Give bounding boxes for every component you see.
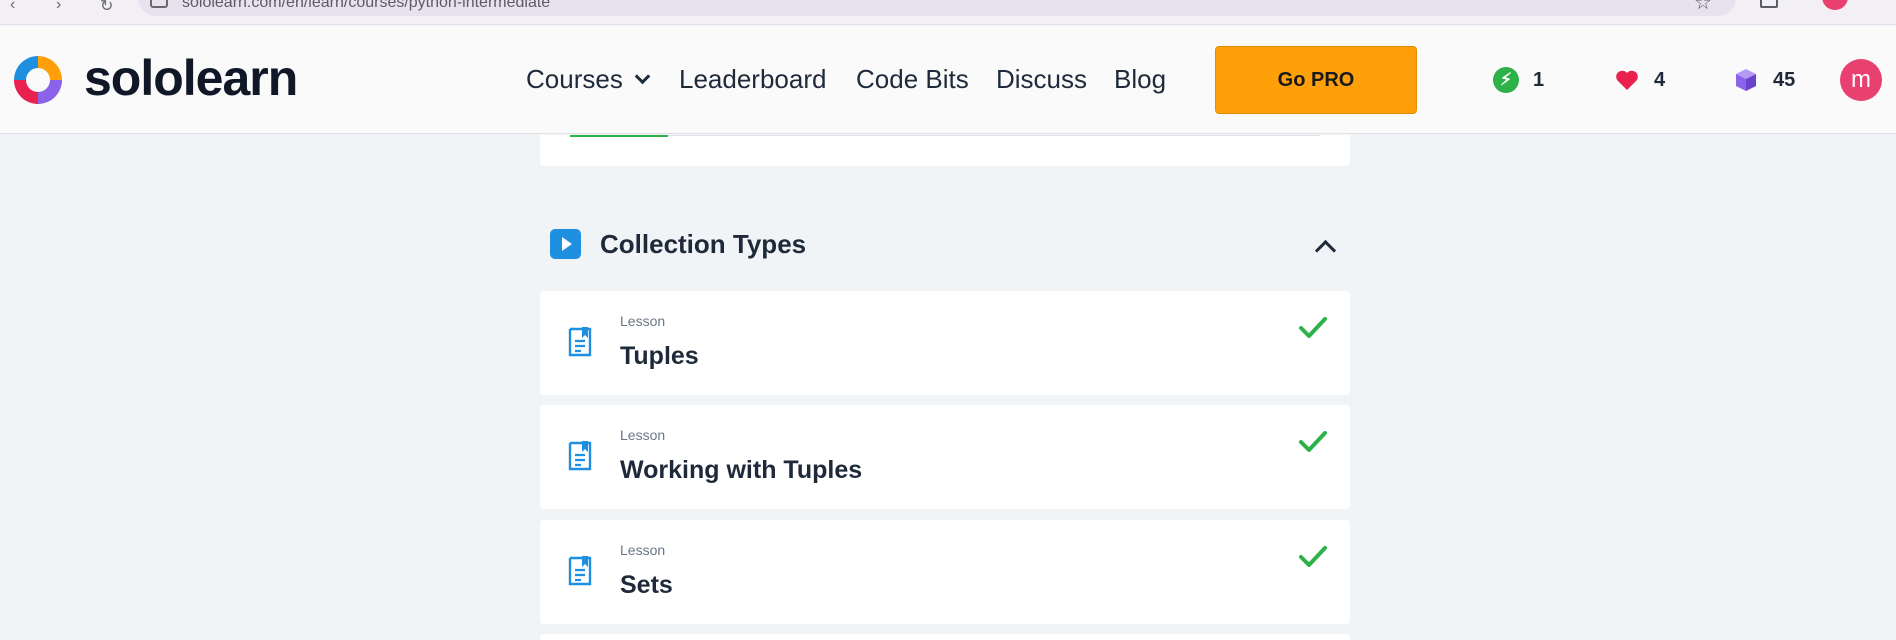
url-text[interactable]: sololearn.com/en/learn/courses/python-in… (182, 0, 550, 12)
checkmark-icon (1299, 546, 1327, 567)
chevron-down-icon (634, 68, 651, 85)
lesson-document-icon (568, 556, 592, 586)
lesson-item[interactable]: Lesson Sets (540, 520, 1350, 624)
lightning-icon: ⚡︎ (1493, 67, 1519, 93)
forward-icon[interactable]: › (56, 0, 61, 14)
checkmark-icon (1299, 431, 1327, 452)
play-icon (550, 229, 581, 259)
gems-counter[interactable]: 45 (1733, 66, 1795, 94)
nav-courses-label: Courses (526, 64, 623, 94)
sololearn-logo-icon[interactable] (8, 50, 68, 110)
nav-leaderboard[interactable]: Leaderboard (679, 63, 826, 95)
site-header: sololearn Courses Leaderboard Code Bits … (0, 26, 1896, 134)
module-title: Collection Types (600, 229, 807, 259)
gems-value: 45 (1773, 68, 1796, 91)
lesson-title: Tuples (620, 342, 699, 370)
go-pro-button[interactable]: Go PRO (1215, 46, 1417, 114)
site-info-icon[interactable] (150, 0, 168, 8)
extensions-icon[interactable] (1760, 0, 1778, 8)
browser-profile-icon[interactable] (1822, 0, 1848, 10)
lesson-document-icon (568, 327, 592, 357)
back-icon[interactable]: ‹ (10, 0, 15, 14)
reload-icon[interactable]: ↻ (100, 0, 113, 16)
browser-toolbar: ‹ › ↻ sololearn.com/en/learn/courses/pyt… (0, 0, 1896, 25)
hearts-value: 4 (1654, 68, 1666, 91)
lesson-title: Sets (620, 571, 673, 599)
previous-module-card (540, 135, 1350, 166)
module-progress-bar (570, 135, 668, 137)
hearts-counter[interactable]: 4 (1614, 66, 1665, 94)
lesson-item[interactable]: Lesson Tuples (540, 291, 1350, 395)
lesson-title: Working with Tuples (620, 456, 863, 484)
nav-blog[interactable]: Blog (1114, 63, 1166, 95)
lesson-type-label: Lesson (620, 313, 666, 329)
avatar[interactable]: m (1840, 59, 1882, 101)
nav-discuss[interactable]: Discuss (996, 63, 1087, 95)
nav-code-bits[interactable]: Code Bits (856, 63, 969, 95)
bookmark-star-icon[interactable]: ☆ (1694, 0, 1712, 15)
chevron-up-icon[interactable] (1310, 234, 1340, 260)
divider (570, 135, 1320, 136)
nav-courses[interactable]: Courses (526, 63, 651, 95)
lesson-type-label: Lesson (620, 427, 666, 443)
module-header[interactable]: Collection Types (540, 212, 1350, 272)
checkmark-icon (1299, 317, 1327, 338)
streak-counter[interactable]: ⚡︎ 1 (1493, 66, 1544, 94)
heart-icon (1614, 67, 1640, 93)
gem-cube-icon (1733, 67, 1759, 93)
lesson-document-icon (568, 441, 592, 471)
lesson-item[interactable] (540, 634, 1350, 640)
streak-value: 1 (1533, 68, 1545, 91)
lesson-item[interactable]: Lesson Working with Tuples (540, 405, 1350, 509)
logo-wordmark[interactable]: sololearn (84, 50, 298, 106)
lesson-type-label: Lesson (620, 542, 666, 558)
